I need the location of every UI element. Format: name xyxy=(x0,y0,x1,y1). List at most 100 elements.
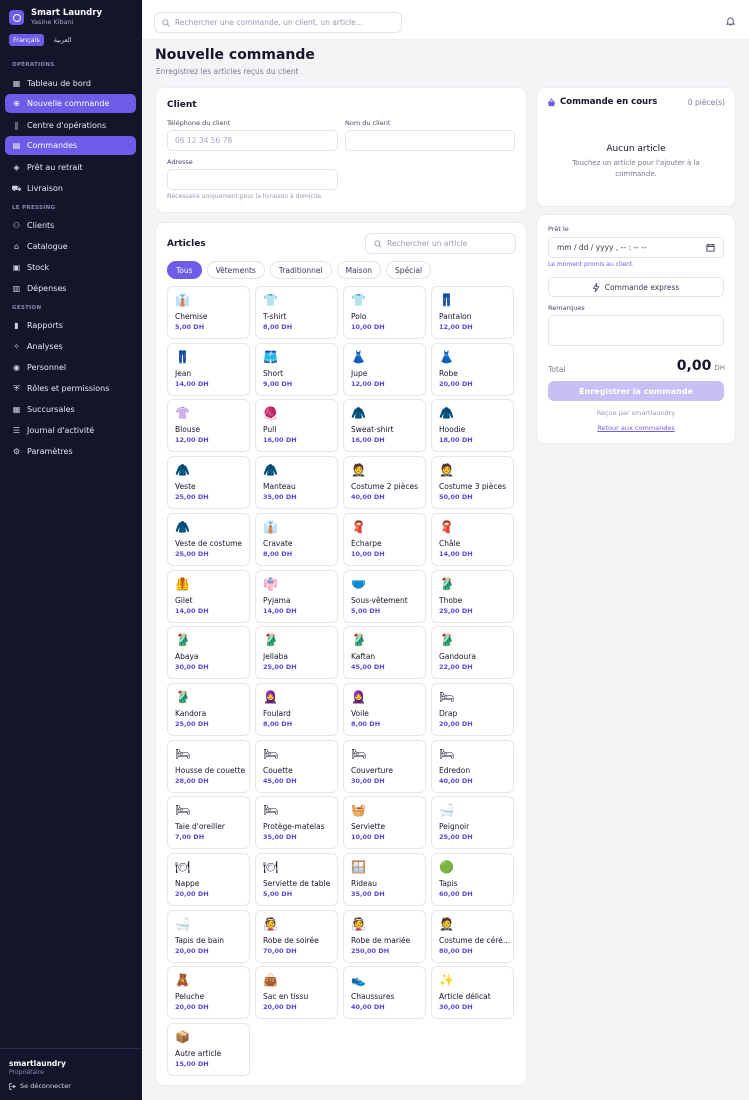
calendar-icon[interactable] xyxy=(706,243,715,252)
article-tile[interactable]: 🪟 Rideau 35,00 DH xyxy=(343,853,426,906)
order-count: 0 pièce(s) xyxy=(687,98,725,107)
sidebar-item-pret-au-retrait[interactable]: ◈ Prêt au retrait xyxy=(5,158,136,177)
article-tile[interactable]: 🛏 Édredon 40,00 DH xyxy=(431,739,514,793)
article-tile[interactable]: 🛏 Housse de couette 28,00 DH xyxy=(167,739,250,793)
article-tile[interactable]: 🧶 Pull 16,00 DH xyxy=(255,399,338,453)
article-tile[interactable]: 👚 Blouse 12,00 DH xyxy=(167,399,250,453)
lang-french-button[interactable]: Français xyxy=(9,34,44,46)
article-tile[interactable]: 🥻 Thobe 25,00 DH xyxy=(431,569,514,623)
sidebar-item-commandes[interactable]: ▤ Commandes xyxy=(5,136,136,155)
article-tile[interactable]: 🛁 Peignoir 25,00 DH xyxy=(431,796,514,850)
article-search-input[interactable]: Rechercher un article xyxy=(365,233,516,254)
article-tile[interactable]: 🟢 Tapis 60,00 DH xyxy=(431,853,514,906)
article-tile[interactable]: 🍽 Nappe 20,00 DH xyxy=(167,853,250,906)
article-tile[interactable]: 👟 Chaussures 40,00 DH xyxy=(343,966,426,1020)
sidebar-item-parametres[interactable]: ⚙ Paramètres xyxy=(5,442,136,461)
sidebar-item-stock[interactable]: ▣ Stock xyxy=(5,258,136,277)
article-tile[interactable]: 👗 Jupe 12,00 DH xyxy=(343,342,426,396)
article-tile[interactable]: 👰 Robe de mariée 250,00 DH xyxy=(343,909,426,963)
article-tile[interactable]: 👗 Robe 20,00 DH xyxy=(431,342,514,396)
article-tile[interactable]: 🥻 Gandoura 22,00 DH xyxy=(431,626,514,680)
article-tile[interactable]: 🧺 Serviette 10,00 DH xyxy=(343,796,426,850)
filter-maison[interactable]: Maison xyxy=(336,261,382,279)
filter-vetements[interactable]: Vêtements xyxy=(206,261,265,279)
sidebar-section-label: OPÉRATIONS xyxy=(12,62,55,68)
article-tile[interactable]: 🛏 Taie d'oreiller 7,00 DH xyxy=(167,796,250,850)
article-tile[interactable]: 🛏 Protège-matelas 35,00 DH xyxy=(255,796,338,850)
article-tile[interactable]: 🥻 Abaya 30,00 DH xyxy=(167,626,250,680)
article-tile[interactable]: 🤵 Costume 2 pièces 40,00 DH xyxy=(343,456,426,510)
express-order-button[interactable]: Commande express xyxy=(548,277,724,297)
save-order-button[interactable]: Enregistrer la commande xyxy=(548,381,724,401)
brand[interactable]: Smart Laundry Yasine Kibani xyxy=(9,8,102,27)
article-tile[interactable]: 🛏 Couverture 30,00 DH xyxy=(343,739,426,793)
article-tile[interactable]: 👖 Pantalon 12,00 DH xyxy=(431,286,514,339)
article-tile[interactable]: 🧥 Hoodie 18,00 DH xyxy=(431,399,514,453)
article-tile[interactable]: ✨ Article délicat 30,00 DH xyxy=(431,966,514,1020)
filter-special[interactable]: Spécial xyxy=(386,261,432,279)
remarks-textarea[interactable] xyxy=(548,315,724,346)
article-tile[interactable]: 🤵 Costume 3 pièces 50,00 DH xyxy=(431,456,514,510)
back-to-orders-link[interactable]: Retour aux commandes xyxy=(537,424,735,432)
article-price: 14,00 DH xyxy=(263,606,297,615)
sidebar-item-analyses[interactable]: ✧ Analyses xyxy=(5,337,136,356)
logout-button[interactable]: Se déconnecter xyxy=(9,1082,133,1090)
article-tile[interactable]: 👜 Sac en tissu 20,00 DH xyxy=(255,966,338,1020)
topbar: Rechercher une commande, un client, un a… xyxy=(142,0,749,40)
article-price: 10,00 DH xyxy=(351,833,385,842)
article-tile[interactable]: 🩳 Short 9,00 DH xyxy=(255,342,338,396)
article-tile[interactable]: 🍽 Serviette de table 5,00 DH xyxy=(255,853,338,906)
article-tile[interactable]: 📦 Autre article 15,00 DH xyxy=(167,1023,250,1077)
article-tile[interactable]: 👕 Polo 10,00 DH xyxy=(343,286,426,339)
account-name: smartlaundry xyxy=(9,1059,66,1068)
sidebar-item-succursales[interactable]: ▦ Succursales xyxy=(5,400,136,419)
article-tile[interactable]: 👰 Robe de soirée 70,00 DH xyxy=(255,909,338,963)
address-input[interactable] xyxy=(167,169,338,190)
article-tile[interactable]: 👔 Chemise 5,00 DH xyxy=(167,286,250,339)
filter-traditionnel[interactable]: Traditionnel xyxy=(269,261,332,279)
article-tile[interactable]: 👘 Pyjama 14,00 DH xyxy=(255,569,338,623)
sidebar-item-journal-d-activite[interactable]: ☰ Journal d'activité xyxy=(5,421,136,440)
sidebar-item-catalogue[interactable]: ⌂ Catalogue xyxy=(5,237,136,256)
sidebar-item-rapports[interactable]: ▮ Rapports xyxy=(5,316,136,335)
article-tile[interactable]: 🧕 Voile 8,00 DH xyxy=(343,682,426,736)
lang-arabic-button[interactable]: العربية xyxy=(50,34,76,46)
article-tile[interactable]: 🧥 Manteau 35,00 DH xyxy=(255,456,338,510)
sidebar-item-depenses[interactable]: ▥ Dépenses xyxy=(5,279,136,298)
sidebar-item-roles-et-permissions[interactable]: ⛨ Rôles et permissions xyxy=(5,379,136,398)
article-tile[interactable]: 🩲 Sous-vêtement 5,00 DH xyxy=(343,569,426,623)
article-tile[interactable]: 🥻 Jellaba 25,00 DH xyxy=(255,626,338,680)
article-tile[interactable]: 🧥 Sweat-shirt 16,00 DH xyxy=(343,399,426,453)
article-tile[interactable]: 🤵 Costume de cérémonie80,00 DH xyxy=(431,909,514,963)
article-name: Chemise xyxy=(175,312,208,321)
sidebar-item-nouvelle-commande[interactable]: ⊕ Nouvelle commande xyxy=(5,94,136,113)
global-search-input[interactable]: Rechercher une commande, un client, un a… xyxy=(154,12,402,33)
ready-date-input[interactable]: mm / dd / yyyy , -- : -- -- xyxy=(548,237,724,258)
lightning-icon xyxy=(592,282,600,292)
bell-icon[interactable] xyxy=(725,16,736,28)
sidebar-item-clients[interactable]: ⚇ Clients xyxy=(5,216,136,235)
filter-tous[interactable]: Tous xyxy=(167,261,202,279)
article-tile[interactable]: 🛁 Tapis de bain 20,00 DH xyxy=(167,909,250,963)
sidebar-item-centre-d-operations[interactable]: ∥ Centre d'opérations xyxy=(5,116,136,135)
sidebar-item-tableau-de-bord[interactable]: ▦ Tableau de bord xyxy=(5,74,136,93)
name-input[interactable] xyxy=(345,130,515,151)
sidebar-item-livraison[interactable]: ⛟ Livraison xyxy=(5,179,136,198)
article-tile[interactable]: 🧥 Veste de costume 25,00 DH xyxy=(167,512,250,566)
article-tile[interactable]: 🛏 Drap 20,00 DH xyxy=(431,682,514,736)
article-tile[interactable]: 🥻 Kaftan 45,00 DH xyxy=(343,626,426,680)
article-tile[interactable]: 🛏 Couette 45,00 DH xyxy=(255,739,338,793)
article-tile[interactable]: 👖 Jean 14,00 DH xyxy=(167,342,250,396)
article-tile[interactable]: 🥻 Kandora 25,00 DH xyxy=(167,682,250,736)
article-tile[interactable]: 👕 T-shirt 8,00 DH xyxy=(255,286,338,339)
article-tile[interactable]: 🧣 Châle 14,00 DH xyxy=(431,512,514,566)
article-tile[interactable]: 👔 Cravate 8,00 DH xyxy=(255,512,338,566)
order-summary-card: Prêt le mm / dd / yyyy , -- : -- -- Le m… xyxy=(537,215,735,443)
article-tile[interactable]: 🦺 Gilet 14,00 DH xyxy=(167,569,250,623)
article-tile[interactable]: 🧕 Foulard 8,00 DH xyxy=(255,682,338,736)
sidebar-item-personnel[interactable]: ◉ Personnel xyxy=(5,358,136,377)
article-tile[interactable]: 🧣 Écharpe 10,00 DH xyxy=(343,512,426,566)
article-tile[interactable]: 🧸 Peluche 20,00 DH xyxy=(167,966,250,1020)
phone-input[interactable]: 06 12 34 56 78 xyxy=(167,130,338,151)
article-tile[interactable]: 🧥 Veste 25,00 DH xyxy=(167,456,250,510)
